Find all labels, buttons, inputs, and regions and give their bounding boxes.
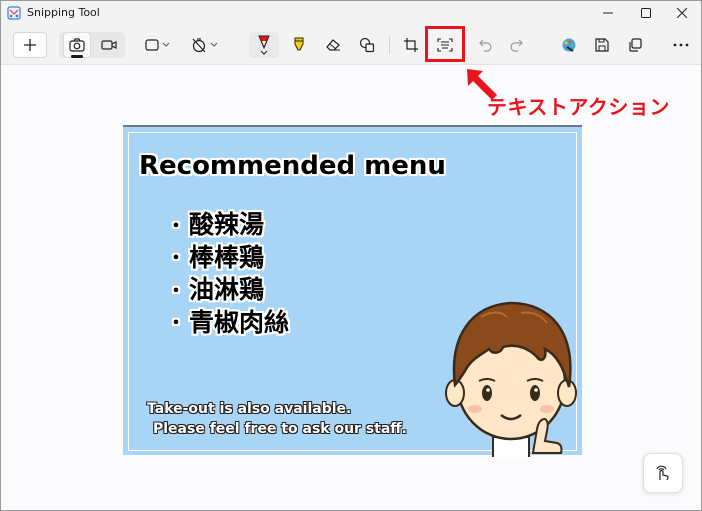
eraser-icon xyxy=(326,39,340,51)
chevron-down-icon xyxy=(162,42,169,47)
touch-gesture-icon xyxy=(656,465,669,481)
new-snip-button[interactable] xyxy=(13,32,47,58)
minimize-button[interactable] xyxy=(589,1,627,25)
plus-icon xyxy=(24,39,36,51)
copy-button[interactable] xyxy=(622,32,648,58)
highlighter-button[interactable] xyxy=(285,32,313,58)
crop-button[interactable] xyxy=(397,32,425,58)
pen-icon xyxy=(258,35,270,55)
staff-note: Please feel free to ask our staff. xyxy=(153,421,407,437)
menu-item: ・酸辣湯 xyxy=(167,209,289,242)
redo-button[interactable] xyxy=(503,32,529,58)
annotation-label: テキストアクション xyxy=(487,95,670,119)
menu-list: ・酸辣湯 ・棒棒鶏 ・油淋鶏 ・青椒肉絲 xyxy=(167,209,289,339)
rectangle-snip-icon xyxy=(144,39,159,51)
camera-icon xyxy=(69,38,85,52)
snipping-tool-app-icon xyxy=(7,6,21,20)
more-options-button[interactable] xyxy=(667,32,695,58)
menu-item: ・棒棒鶏 xyxy=(167,242,289,275)
video-mode-button[interactable] xyxy=(95,32,123,58)
paint-icon xyxy=(562,38,576,52)
chevron-down-icon xyxy=(210,42,217,47)
ballpoint-pen-button[interactable] xyxy=(249,32,279,58)
snip-shape-dropdown[interactable] xyxy=(141,32,173,58)
minimize-icon xyxy=(603,12,613,14)
maximize-icon xyxy=(641,8,651,18)
menu-item: ・青椒肉絲 xyxy=(167,307,289,340)
toolbar-separator xyxy=(389,36,390,54)
menu-item-label: 油淋鶏 xyxy=(189,275,265,304)
character-illustration xyxy=(445,301,577,457)
window-title: Snipping Tool xyxy=(27,6,100,19)
menu-item-label: 棒棒鶏 xyxy=(189,242,265,272)
menu-item: ・油淋鶏 xyxy=(167,274,289,307)
menu-item-label: 青椒肉絲 xyxy=(189,307,290,337)
menu-item-label: 酸辣湯 xyxy=(189,210,265,239)
timer-off-icon xyxy=(192,38,205,53)
copy-icon xyxy=(629,38,642,52)
eraser-button[interactable] xyxy=(319,32,347,58)
more-icon xyxy=(673,43,689,47)
undo-icon xyxy=(479,39,492,52)
delay-dropdown[interactable] xyxy=(187,32,221,58)
highlighter-icon xyxy=(294,37,304,51)
crop-icon xyxy=(404,38,418,52)
takeout-note: Take-out is also available. xyxy=(147,401,352,417)
text-actions-highlight xyxy=(425,26,465,62)
undo-button[interactable] xyxy=(473,32,499,58)
redo-icon xyxy=(510,39,523,52)
save-button[interactable] xyxy=(589,32,615,58)
title-bar: Snipping Tool xyxy=(1,1,701,25)
touch-writing-button[interactable] xyxy=(643,453,683,493)
bullet: ・ xyxy=(167,313,185,334)
close-icon xyxy=(677,8,687,18)
maximize-button[interactable] xyxy=(627,1,665,25)
captured-image: Recommended menu ・酸辣湯 ・棒棒鶏 ・油淋鶏 ・青椒肉絲 Ta… xyxy=(123,125,582,457)
edit-in-paint-button[interactable] xyxy=(555,32,583,58)
menu-title: Recommended menu xyxy=(139,151,446,181)
bullet: ・ xyxy=(167,248,185,269)
snipping-tool-window: Snipping Tool テキストアクション Recommended menu… xyxy=(0,0,702,511)
bullet: ・ xyxy=(167,280,185,302)
video-camera-icon xyxy=(101,40,117,50)
save-icon xyxy=(595,38,609,52)
close-button[interactable] xyxy=(663,1,701,25)
selected-mode-indicator xyxy=(71,55,83,58)
shapes-button[interactable] xyxy=(353,32,381,58)
bullet: ・ xyxy=(167,215,185,237)
toolbar xyxy=(1,25,701,65)
shapes-icon xyxy=(359,37,375,53)
